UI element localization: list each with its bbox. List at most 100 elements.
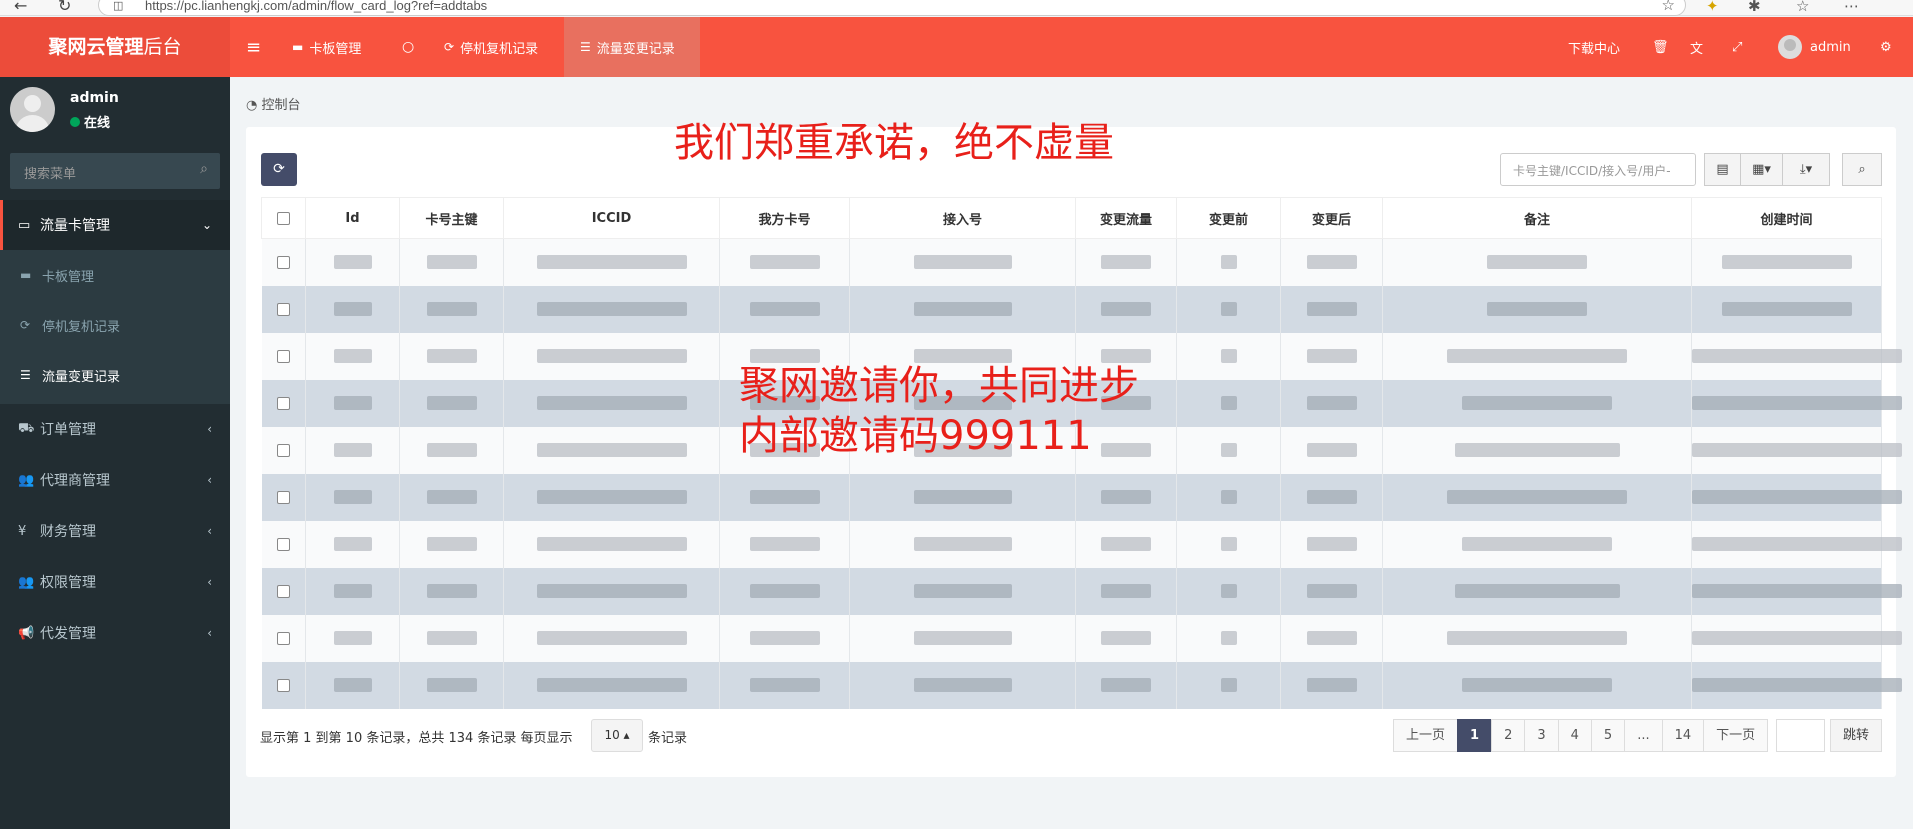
tab-suspend-resume[interactable]: ⟳ 停机复机记录 <box>428 17 554 77</box>
sidebar-item-agents[interactable]: 👥 代理商管理 ‹ <box>0 455 230 505</box>
row-checkbox[interactable] <box>261 379 306 427</box>
table-cell-redacted <box>1176 473 1281 521</box>
search-icon[interactable]: ⌕ <box>200 161 208 177</box>
table-row[interactable] <box>261 473 1902 521</box>
pagination: 上一页 1 2 3 4 5 ... 14 下一页 <box>1393 719 1769 752</box>
favorites-icon[interactable]: ☆ <box>1796 0 1809 15</box>
settings-gear-icon[interactable]: ⚙ <box>1880 17 1892 77</box>
sidebar-toggle-button[interactable]: ≡ <box>230 17 276 77</box>
row-checkbox[interactable] <box>261 426 306 474</box>
column-header[interactable]: 创建时间 <box>1691 197 1882 239</box>
prev-page-button[interactable]: 上一页 <box>1393 719 1459 752</box>
sidebar-subitem-flow-change-log[interactable]: ☰ 流量变更记录 <box>0 350 230 400</box>
table-cell-redacted <box>399 238 504 286</box>
site-info-icon[interactable]: ◫ <box>113 0 123 12</box>
table-cell-redacted <box>1075 567 1177 615</box>
sidebar-subitem-card-board[interactable]: ▬ 卡板管理 <box>0 250 230 300</box>
reload-icon[interactable]: ↻ <box>58 0 71 15</box>
page-size-select[interactable]: 10 ▴ <box>591 719 643 752</box>
menu-search-input[interactable]: 搜索菜单 ⌕ <box>10 153 220 189</box>
watermark-invite-code: 内部邀请码999111 <box>739 413 1092 459</box>
row-checkbox[interactable] <box>261 238 306 286</box>
jump-button[interactable]: 跳转 <box>1830 719 1882 752</box>
row-checkbox[interactable] <box>261 332 306 380</box>
search-button[interactable]: ⌕ <box>1842 153 1882 186</box>
table-cell-redacted <box>719 238 850 286</box>
user-menu[interactable]: admin <box>1778 17 1851 77</box>
sidebar-item-orders[interactable]: ⛟ 订单管理 ‹ <box>0 404 230 454</box>
row-checkbox[interactable] <box>261 520 306 568</box>
export-button[interactable]: ⤓▾ <box>1782 153 1830 186</box>
next-page-button[interactable]: 下一页 <box>1703 719 1769 752</box>
row-checkbox[interactable] <box>261 567 306 615</box>
table-cell-redacted <box>503 473 720 521</box>
table-search-placeholder: 卡号主键/ICCID/接入号/用户- <box>1513 164 1671 178</box>
row-checkbox[interactable] <box>261 473 306 521</box>
tab-flow-change-log[interactable]: ☰ 流量变更记录 <box>564 17 700 77</box>
column-header[interactable]: Id <box>305 197 400 239</box>
page-button[interactable]: 1 <box>1457 719 1493 752</box>
sidebar-subitem-suspend-resume[interactable]: ⟳ 停机复机记录 <box>0 300 230 350</box>
table-cell-redacted <box>1691 332 1902 380</box>
table-cell-redacted <box>399 567 504 615</box>
columns-button[interactable]: ▦▾ <box>1740 153 1783 186</box>
translate-icon[interactable]: 文 <box>1690 17 1703 77</box>
trash-icon[interactable]: 🗑 <box>1652 17 1669 77</box>
sidebar-item-dropship[interactable]: 📢 代发管理 ‹ <box>0 608 230 658</box>
yen-icon: ¥ <box>18 523 27 539</box>
table-row[interactable] <box>261 661 1902 709</box>
toggle-view-button[interactable]: ▤ <box>1704 153 1741 186</box>
table-cell-redacted <box>305 567 400 615</box>
page-button[interactable]: 5 <box>1590 719 1626 752</box>
column-header[interactable]: 变更后 <box>1280 197 1383 239</box>
logo-text: 聚网云管理 <box>48 36 144 58</box>
truck-icon: ⛟ <box>18 420 35 436</box>
favorite-star-icon[interactable]: ☆ <box>1662 0 1675 14</box>
page-button[interactable]: 4 <box>1557 719 1592 752</box>
table-row[interactable] <box>261 285 1882 333</box>
table-cell-redacted <box>305 520 400 568</box>
page-button[interactable]: 2 <box>1491 719 1526 752</box>
page-button[interactable]: 3 <box>1524 719 1559 752</box>
tab-card-board[interactable]: ▬ 卡板管理 <box>276 17 377 77</box>
column-header[interactable]: 卡号主键 <box>399 197 504 239</box>
download-center-link[interactable]: 下载中心 <box>1568 17 1620 77</box>
select-all-checkbox[interactable] <box>261 197 306 239</box>
sidebar-item-finance[interactable]: ¥ 财务管理 ‹ <box>0 506 230 556</box>
column-header[interactable]: ICCID <box>503 197 720 239</box>
jump-page-input[interactable] <box>1776 719 1825 752</box>
refresh-button[interactable]: ⟳ <box>261 153 297 186</box>
table-cell-redacted <box>1691 614 1902 662</box>
fullscreen-icon[interactable]: ⤢ <box>1732 17 1742 77</box>
table-cell-redacted <box>1176 614 1281 662</box>
extension-icon[interactable]: ✦ <box>1706 0 1719 15</box>
breadcrumb-label[interactable]: 控制台 <box>261 98 300 113</box>
column-header[interactable]: 变更流量 <box>1075 197 1177 239</box>
page-button[interactable]: 14 <box>1661 719 1705 752</box>
table-row[interactable] <box>261 238 1882 286</box>
puzzle-icon[interactable]: ✱ <box>1748 0 1761 15</box>
row-checkbox[interactable] <box>261 285 306 333</box>
sidebar-item-permissions[interactable]: 👥 权限管理 ‹ <box>0 557 230 607</box>
column-header[interactable]: 备注 <box>1382 197 1692 239</box>
row-checkbox[interactable] <box>261 661 306 709</box>
table-row[interactable] <box>261 520 1902 568</box>
more-icon[interactable]: ⋯ <box>1844 0 1859 15</box>
row-checkbox[interactable] <box>261 614 306 662</box>
column-header[interactable]: 接入号 <box>849 197 1076 239</box>
tab-label: 停机复机记录 <box>460 41 539 57</box>
address-bar[interactable]: ◫ https://pc.lianhengkj.com/admin/flow_c… <box>98 0 1686 16</box>
table-row[interactable] <box>261 614 1902 662</box>
column-header[interactable]: 我方卡号 <box>719 197 850 239</box>
table-search-input[interactable]: 卡号主键/ICCID/接入号/用户- <box>1500 153 1696 186</box>
table-body <box>261 238 1902 709</box>
back-icon[interactable]: ← <box>14 0 27 15</box>
table-cell-redacted <box>1382 614 1692 662</box>
table-cell-redacted <box>849 614 1076 662</box>
column-header[interactable]: 变更前 <box>1176 197 1281 239</box>
pagination-info: 显示第 1 到第 10 条记录，总共 134 条记录 每页显示 <box>260 731 573 746</box>
search-placeholder: 搜索菜单 <box>24 167 77 182</box>
app-logo[interactable]: 聚网云管理后台 <box>0 17 230 77</box>
table-row[interactable] <box>261 567 1902 615</box>
sidebar-item-flow-card[interactable]: ▭ 流量卡管理 ⌄ <box>0 200 230 250</box>
